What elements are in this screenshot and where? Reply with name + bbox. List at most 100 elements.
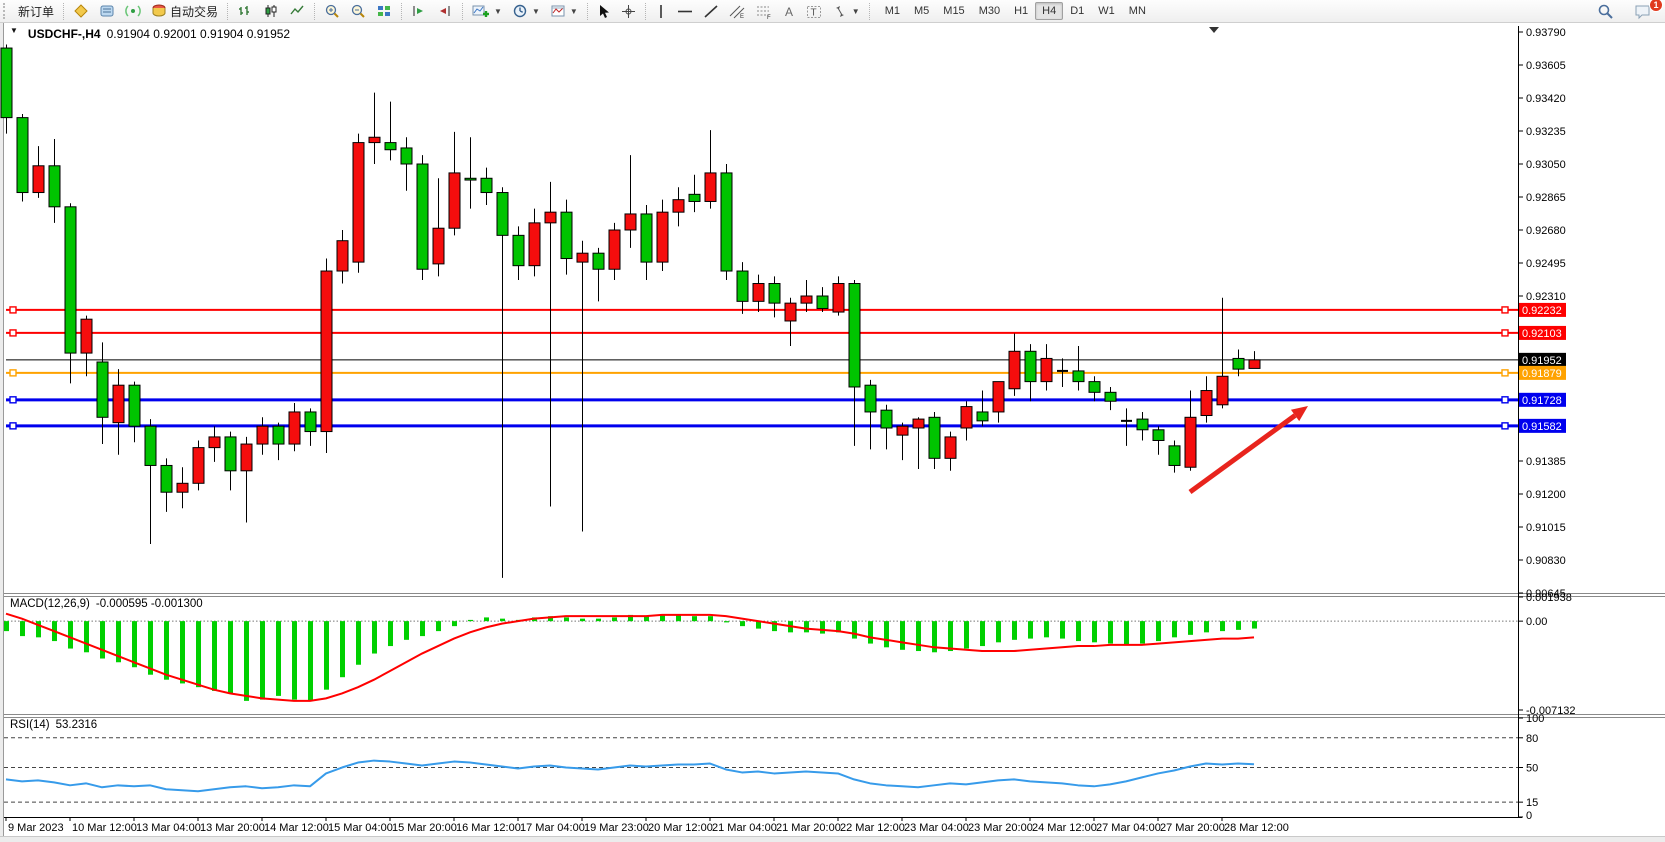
time-tick-label: 17 Mar 04:00 — [520, 822, 585, 834]
macd-bar — [452, 621, 457, 626]
macd-bar — [20, 621, 25, 636]
chart-canvas[interactable]: 0.937900.936050.934200.932350.930500.928… — [0, 0, 1665, 842]
line-handle[interactable] — [10, 330, 16, 336]
zoom-in-button[interactable] — [319, 0, 345, 22]
up-candle — [705, 173, 716, 202]
svg-text:E: E — [740, 14, 744, 19]
timeframe-button-d1[interactable]: D1 — [1063, 2, 1091, 20]
time-tick-label: 23 Mar 04:00 — [904, 822, 969, 834]
chart-shift-button[interactable] — [432, 0, 458, 22]
macd-bar — [500, 619, 505, 621]
macd-bar — [132, 621, 137, 667]
macd-bar — [1204, 621, 1209, 632]
macd-bar — [1188, 621, 1193, 635]
templates-button[interactable]: ▼ — [545, 0, 583, 22]
horizontal-line-tool-button[interactable] — [672, 0, 698, 22]
down-candle — [1, 48, 12, 118]
rsi-axis-label: 80 — [1526, 733, 1538, 745]
price-line-label: 0.92232 — [1522, 305, 1562, 317]
symbol-dropdown-icon[interactable]: ▼ — [10, 26, 18, 40]
macd-bar — [1124, 621, 1129, 645]
timeframe-button-w1[interactable]: W1 — [1091, 2, 1122, 20]
down-candle — [65, 207, 76, 353]
arrow-shapes-icon — [832, 4, 848, 19]
candlestick-icon — [263, 3, 279, 19]
crosshair-tool-button[interactable] — [616, 0, 641, 22]
up-candle — [529, 223, 540, 266]
line-handle[interactable] — [1502, 423, 1508, 429]
macd-values: -0.000595 -0.001300 — [96, 598, 203, 610]
timeframe-button-m15[interactable]: M15 — [936, 2, 971, 20]
timeframe-button-m5[interactable]: M5 — [907, 2, 936, 20]
up-candle — [321, 271, 332, 432]
chevron-down-icon: ▼ — [852, 7, 860, 16]
line-handle[interactable] — [1502, 330, 1508, 336]
tile-windows-button[interactable] — [371, 0, 397, 22]
arrows-tool-button[interactable]: ▼ — [827, 0, 865, 22]
down-candle — [1073, 371, 1084, 382]
navigator-button[interactable] — [120, 0, 146, 22]
timeframe-button-m30[interactable]: M30 — [972, 2, 1007, 20]
up-candle — [257, 426, 268, 444]
main-toolbar: 新订单 自动交易 ▼ ▼ — [0, 0, 1665, 23]
fibonacci-tool-button[interactable]: F — [751, 0, 778, 22]
timeframe-button-mn[interactable]: MN — [1122, 2, 1153, 20]
down-candle — [513, 235, 524, 265]
trendline-tool-button[interactable] — [698, 0, 724, 22]
cursor-tool-button[interactable] — [592, 0, 616, 22]
macd-bar — [84, 621, 89, 652]
timeframe-button-m1[interactable]: M1 — [878, 2, 907, 20]
timeframe-button-h4[interactable]: H4 — [1035, 2, 1063, 20]
toolbar-drag-handle[interactable] — [3, 3, 10, 19]
time-tick-label: 27 Mar 20:00 — [1160, 822, 1225, 834]
down-candle — [273, 426, 284, 444]
down-candle — [145, 426, 156, 465]
rsi-title: RSI(14) — [10, 719, 50, 731]
clock-icon — [512, 3, 528, 19]
macd-bar — [228, 621, 233, 693]
line-handle[interactable] — [1502, 397, 1508, 403]
periods-button[interactable]: ▼ — [507, 0, 545, 22]
line-handle[interactable] — [10, 307, 16, 313]
search-button[interactable] — [1592, 1, 1619, 23]
data-window-button[interactable] — [94, 0, 120, 22]
timeframe-button-h1[interactable]: H1 — [1007, 2, 1035, 20]
down-candle — [417, 164, 428, 269]
down-candle — [817, 296, 828, 308]
new-order-button[interactable]: 新订单 — [13, 0, 59, 22]
horizontal-line-icon — [677, 4, 693, 19]
text-icon: A — [783, 4, 796, 19]
notifications-button[interactable]: 1 — [1629, 1, 1657, 23]
up-candle — [753, 284, 764, 302]
macd-bar — [564, 617, 569, 621]
rsi-axis-label: 15 — [1526, 797, 1538, 809]
macd-bar — [260, 621, 265, 699]
channel-tool-button[interactable]: E — [724, 0, 751, 22]
toolbar-separator — [63, 3, 64, 20]
line-handle[interactable] — [1502, 307, 1508, 313]
candlestick-mode-button[interactable] — [258, 0, 284, 22]
macd-bar — [468, 620, 473, 621]
indicators-button[interactable]: ▼ — [467, 0, 507, 22]
macd-bar — [356, 621, 361, 665]
macd-bar — [196, 621, 201, 687]
line-handle[interactable] — [1502, 370, 1508, 376]
text-label-tool-button[interactable]: T — [801, 0, 827, 22]
zoom-out-button[interactable] — [345, 0, 371, 22]
up-candle — [449, 173, 460, 228]
line-chart-mode-button[interactable] — [284, 0, 310, 22]
bar-chart-mode-button[interactable] — [232, 0, 258, 22]
text-tool-button[interactable]: A — [778, 0, 801, 22]
line-handle[interactable] — [10, 397, 16, 403]
down-candle — [385, 143, 396, 150]
vertical-line-tool-button[interactable] — [650, 0, 672, 22]
auto-scroll-button[interactable] — [406, 0, 432, 22]
cursor-icon — [597, 4, 611, 19]
market-watch-button[interactable] — [68, 0, 94, 22]
auto-trading-button[interactable]: 自动交易 — [146, 0, 223, 22]
line-handle[interactable] — [10, 370, 16, 376]
up-candle — [673, 200, 684, 212]
time-tick-label: 13 Mar 20:00 — [200, 822, 265, 834]
line-handle[interactable] — [10, 423, 16, 429]
up-candle — [657, 212, 668, 262]
